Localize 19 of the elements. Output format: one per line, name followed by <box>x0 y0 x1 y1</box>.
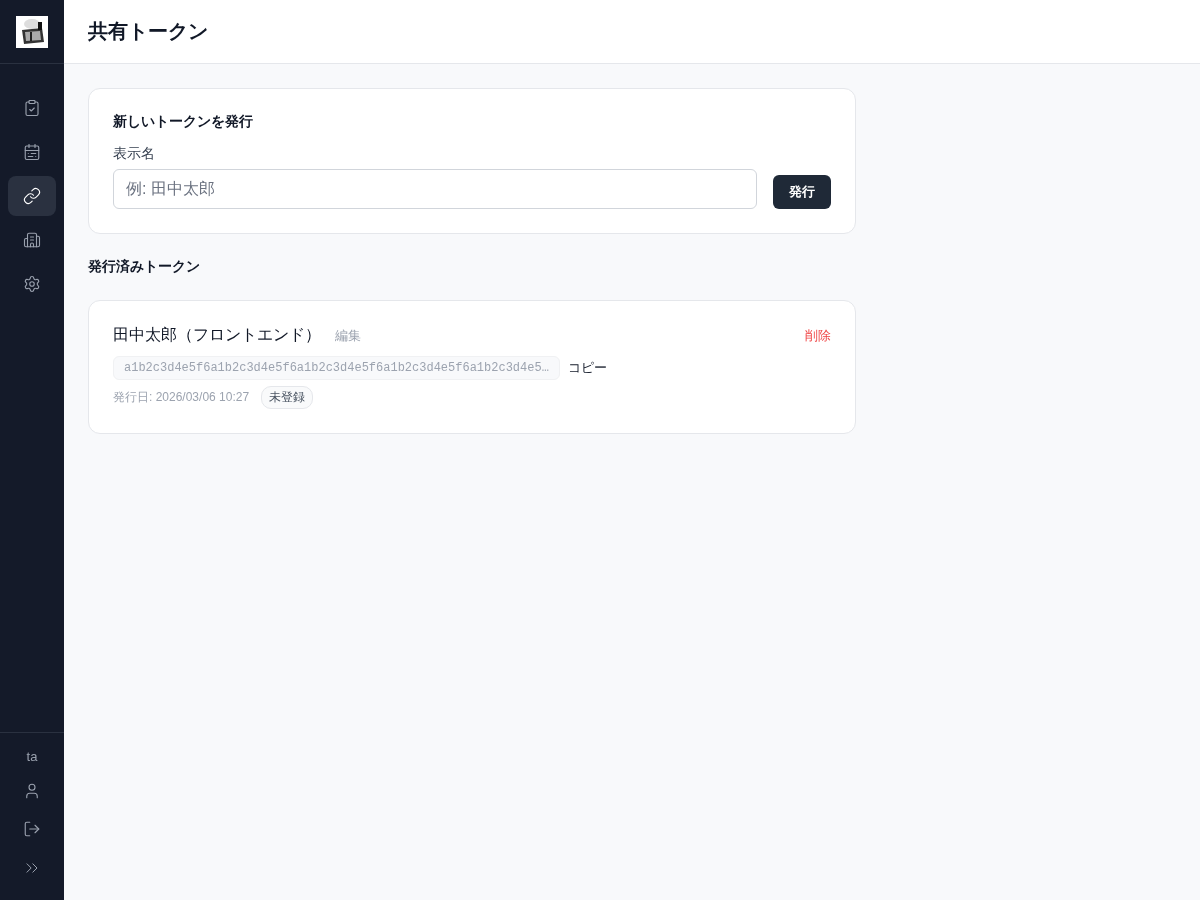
field-label: 表示名 <box>113 145 156 163</box>
nav-item[interactable] <box>8 176 56 216</box>
card-title: 新しいトークンを発行 <box>113 113 254 131</box>
building-icon <box>23 231 41 249</box>
link-icon <box>23 187 41 205</box>
calendar-icon <box>23 143 41 161</box>
copy-button[interactable]: コピー <box>567 359 607 377</box>
issued-date: 発行日: 2026/03/06 10:27 <box>113 389 250 406</box>
clipboard-check-icon <box>23 99 41 117</box>
token-value: a1b2c3d4e5f6a1b2c3d4e5f6a1b2c3d4e5f6a1b2c3d4e5f6a1b2c3d4e5… <box>113 356 560 380</box>
section-title: 発行済みトークン <box>88 258 201 276</box>
status-badge: 未登録 <box>261 386 314 409</box>
delete-link[interactable]: 削除 <box>805 326 831 345</box>
settings-icon <box>23 275 41 293</box>
name-input-field[interactable]: 例: 田中太郎 <box>113 169 757 209</box>
user-initials: ta <box>26 749 38 764</box>
token-name: 田中太郎（フロントエンド） <box>113 325 321 345</box>
issue-button[interactable]: 発行 <box>773 175 831 209</box>
page-title: 共有トークン <box>88 19 208 44</box>
